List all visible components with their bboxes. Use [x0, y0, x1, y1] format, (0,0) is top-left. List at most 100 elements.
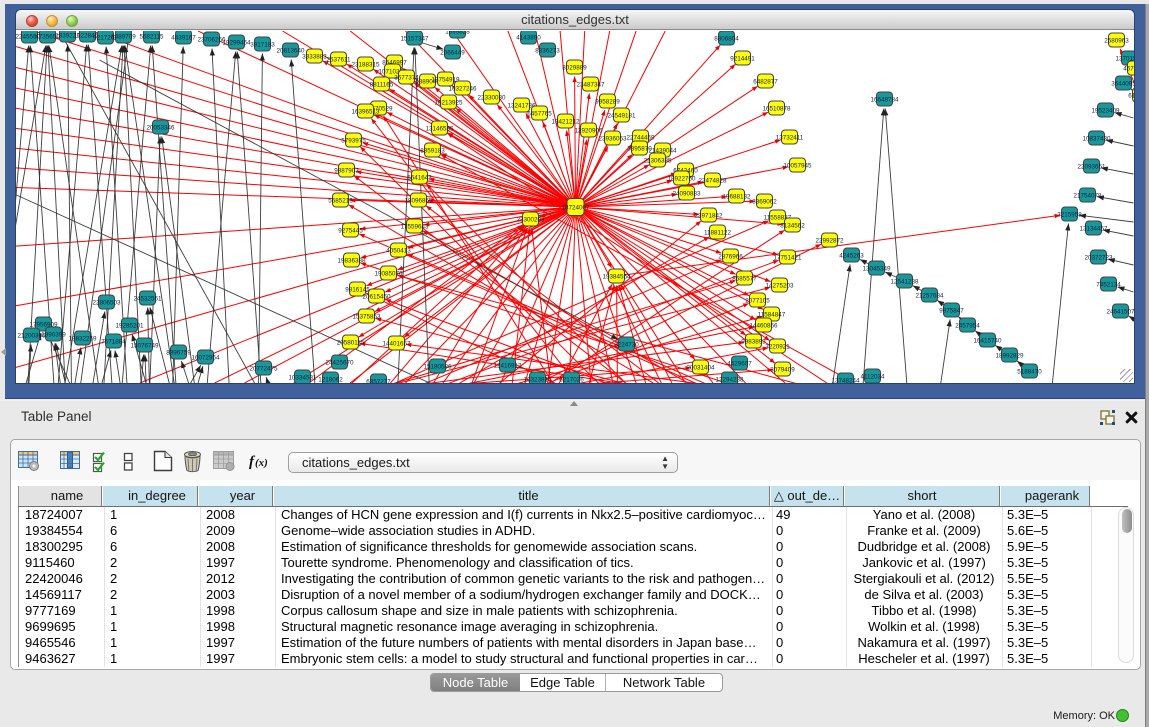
svg-text:1890399: 1890399 — [41, 331, 66, 338]
svg-text:14401657: 14401657 — [382, 340, 411, 347]
svg-text:12920906: 12920906 — [574, 127, 603, 134]
svg-text:24532561: 24532561 — [133, 295, 162, 302]
svg-text:8396759: 8396759 — [166, 349, 191, 356]
svg-text:16415740: 16415740 — [973, 337, 1002, 344]
svg-text:3215958: 3215958 — [1057, 211, 1082, 218]
svg-text:16072954: 16072954 — [191, 354, 220, 361]
svg-text:15375853: 15375853 — [352, 313, 381, 320]
svg-text:24641507: 24641507 — [1106, 308, 1134, 315]
svg-text:9887903: 9887903 — [334, 167, 359, 174]
svg-text:2077105: 2077105 — [745, 297, 770, 304]
svg-text:22474828: 22474828 — [698, 177, 727, 184]
svg-text:6482877: 6482877 — [753, 78, 778, 85]
svg-text:22306335: 22306335 — [643, 157, 672, 164]
svg-text:4245263: 4245263 — [839, 252, 864, 259]
svg-text:8224730: 8224730 — [614, 341, 639, 348]
svg-text:19832259: 19832259 — [68, 335, 97, 342]
svg-text:4143890: 4143890 — [516, 34, 541, 41]
svg-text:22330030: 22330030 — [477, 94, 506, 101]
svg-text:15157347: 15157347 — [400, 35, 429, 42]
svg-text:1218062: 1218062 — [318, 376, 343, 383]
svg-text:22744459: 22744459 — [626, 134, 655, 141]
svg-text:8079409: 8079409 — [770, 366, 795, 373]
svg-text:12541238: 12541238 — [890, 278, 919, 285]
svg-text:20372723: 20372723 — [1084, 254, 1113, 261]
svg-text:8806804: 8806804 — [714, 35, 739, 42]
svg-text:13748244: 13748244 — [831, 377, 860, 383]
svg-text:10323815: 10323815 — [523, 376, 552, 383]
svg-text:3917183: 3917183 — [250, 41, 275, 48]
svg-text:16213925: 16213925 — [434, 99, 463, 106]
svg-text:4439167: 4439167 — [171, 34, 196, 41]
svg-text:5682115: 5682115 — [139, 33, 164, 40]
svg-text:13134457: 13134457 — [1079, 225, 1108, 232]
svg-text:23300203: 23300203 — [516, 216, 545, 223]
svg-text:2066449: 2066449 — [440, 49, 465, 56]
svg-text:9275445: 9275445 — [338, 227, 363, 234]
svg-text:16510878: 16510878 — [762, 105, 791, 112]
svg-text:3220921: 3220921 — [765, 343, 790, 350]
svg-text:8134562: 8134562 — [780, 222, 805, 229]
svg-text:23487347: 23487347 — [576, 81, 605, 88]
svg-text:2580963: 2580963 — [1104, 37, 1129, 44]
svg-text:5641643: 5641643 — [407, 174, 432, 181]
svg-text:24090883: 24090883 — [672, 190, 701, 197]
svg-text:12416912: 12416912 — [493, 362, 522, 369]
svg-text:20813640: 20813640 — [276, 47, 305, 54]
svg-text:18724007: 18724007 — [561, 204, 590, 211]
svg-text:20053346: 20053346 — [146, 124, 175, 131]
svg-text:19285201: 19285201 — [115, 322, 144, 329]
svg-text:14275203: 14275203 — [765, 282, 794, 289]
svg-text:6457765: 6457765 — [527, 110, 552, 117]
svg-text:13045349: 13045349 — [862, 265, 891, 272]
svg-text:20580115: 20580115 — [337, 339, 365, 346]
svg-text:3333883: 3333883 — [302, 53, 327, 60]
svg-text:7671884: 7671884 — [101, 338, 126, 345]
svg-text:8359183: 8359183 — [420, 147, 445, 154]
svg-text:11881122: 11881122 — [704, 229, 732, 236]
svg-text:21754078: 21754078 — [1073, 192, 1102, 199]
svg-text:22806503: 22806503 — [92, 299, 121, 306]
svg-text:9983893: 9983893 — [741, 338, 766, 345]
svg-text:8336273: 8336273 — [535, 47, 560, 54]
svg-text:19523409: 19523409 — [1091, 107, 1120, 114]
svg-text:4050413: 4050413 — [386, 247, 411, 254]
svg-text:(x): (x) — [255, 457, 268, 469]
svg-text:19085076: 19085076 — [374, 270, 403, 277]
svg-text:5685216: 5685216 — [328, 197, 353, 204]
svg-text:23936053: 23936053 — [598, 135, 627, 142]
svg-text:21257684: 21257684 — [915, 292, 944, 299]
svg-text:17559643: 17559643 — [400, 223, 429, 230]
svg-text:11584847: 11584847 — [758, 311, 786, 318]
svg-text:3644095: 3644095 — [1111, 80, 1134, 87]
svg-text:5188470: 5188470 — [1017, 368, 1042, 375]
svg-text:9958289: 9958289 — [595, 98, 620, 105]
svg-text:2537611: 2537611 — [326, 56, 351, 63]
svg-text:17751421: 17751421 — [773, 254, 802, 261]
svg-text:16648784: 16648784 — [870, 96, 899, 103]
svg-text:2876966: 2876966 — [718, 253, 743, 260]
svg-text:24425670: 24425670 — [325, 359, 354, 366]
svg-text:22093651: 22093651 — [1077, 163, 1106, 170]
svg-text:8489709: 8489709 — [111, 33, 136, 40]
svg-text:13421212: 13421212 — [551, 118, 580, 125]
svg-text:12294238: 12294238 — [715, 376, 744, 383]
svg-text:13732411: 13732411 — [776, 134, 804, 141]
svg-text:6128503: 6128503 — [1128, 92, 1134, 99]
svg-text:20615450: 20615450 — [362, 293, 391, 300]
svg-text:9816145: 9816145 — [345, 286, 370, 293]
svg-text:4679214: 4679214 — [1123, 65, 1134, 72]
svg-text:8685577: 8685577 — [732, 275, 757, 282]
svg-text:9875847: 9875847 — [939, 307, 964, 314]
svg-text:19688132: 19688132 — [722, 193, 751, 200]
svg-text:18922760: 18922760 — [667, 175, 696, 182]
svg-text:15076749: 15076749 — [130, 342, 159, 349]
svg-text:6217026: 6217026 — [559, 376, 584, 383]
svg-text:9214491: 9214491 — [730, 55, 755, 62]
svg-text:8369062: 8369062 — [752, 198, 777, 205]
svg-text:7452134: 7452134 — [1096, 281, 1121, 288]
svg-text:22992872: 22992872 — [815, 237, 844, 244]
svg-text:10837430: 10837430 — [1082, 135, 1111, 142]
svg-text:19299464: 19299464 — [222, 39, 251, 46]
svg-text:2457954: 2457954 — [955, 322, 980, 329]
